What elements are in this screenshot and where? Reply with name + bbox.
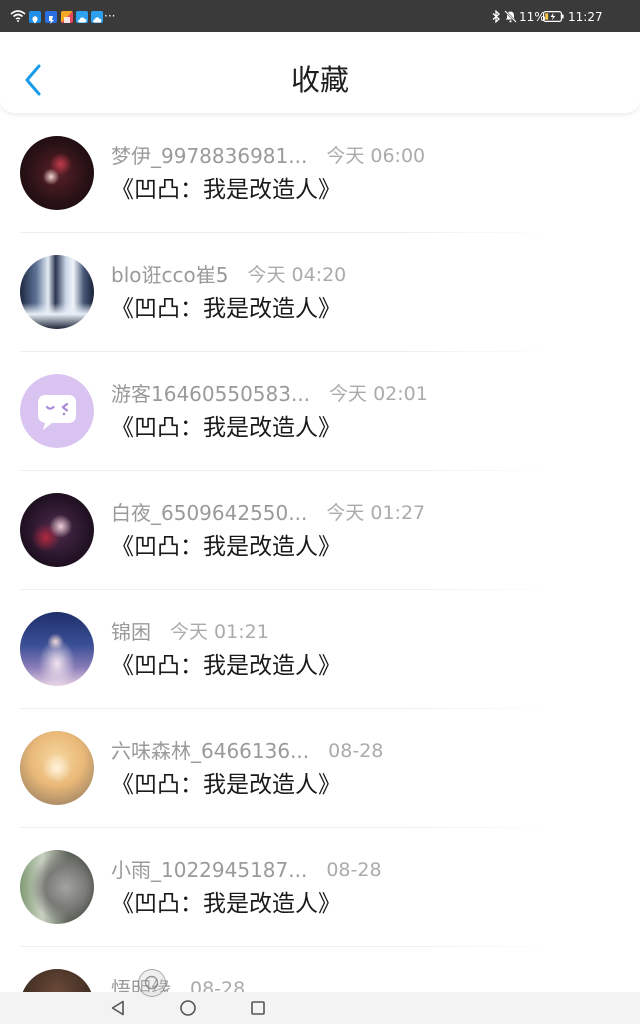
back-triangle-icon — [111, 1000, 124, 1016]
work-title: 《凹凸：我是改造人》 — [111, 415, 341, 441]
item-meta: 游客16460550583... 今天 02:01 — [111, 382, 428, 406]
user-name: 锦困 — [111, 620, 151, 644]
page-title: 收藏 — [290, 63, 349, 97]
work-title: 《凹凸：我是改造人》 — [111, 891, 341, 917]
work-title: 《凹凸：我是改造人》 — [111, 772, 341, 798]
nav-recents-button[interactable] — [249, 999, 267, 1017]
nav-back-button[interactable] — [109, 999, 127, 1017]
item-meta: 悟明缘 08-28 — [111, 977, 245, 992]
list-item[interactable]: 锦困 今天 01:21 《凹凸：我是改造人》 — [0, 590, 640, 709]
floating-assist-button[interactable] — [138, 969, 166, 997]
system-nav-bar — [0, 992, 640, 1024]
battery-charging-icon — [543, 11, 564, 22]
item-meta: 六味森林_6466136... 08-28 — [111, 739, 383, 763]
user-name: 梦伊_9978836981... — [111, 144, 308, 168]
timestamp: 今天 02:01 — [329, 383, 428, 405]
timestamp: 今天 04:20 — [247, 264, 347, 286]
user-name: 六味森林_6466136... — [111, 739, 310, 763]
item-meta: 梦伊_9978836981... 今天 06:00 — [111, 144, 425, 168]
list-item[interactable]: 六味森林_6466136... 08-28 《凹凸：我是改造人》 — [0, 709, 640, 828]
bluetooth-icon — [492, 10, 500, 23]
list-item[interactable]: 梦伊_9978836981... 今天 06:00 《凹凸：我是改造人》 — [0, 114, 640, 233]
assist-circle-icon — [144, 975, 159, 990]
avatar — [20, 612, 94, 686]
home-circle-icon — [180, 1000, 196, 1016]
user-name: 白夜_6509642550... — [111, 501, 308, 525]
recents-square-icon — [251, 1001, 265, 1015]
avatar — [20, 493, 94, 567]
avatar — [20, 850, 94, 924]
list-item[interactable]: 游客16460550583... 今天 02:01 《凹凸：我是改造人》 — [0, 352, 640, 471]
nav-home-button[interactable] — [179, 999, 197, 1017]
list-item[interactable]: blo诳cco崔5 今天 04:20 《凹凸：我是改造人》 — [0, 233, 640, 352]
work-title: 《凹凸：我是改造人》 — [111, 653, 341, 679]
gallery-app-icon — [61, 11, 73, 23]
timestamp: 08-28 — [326, 859, 382, 881]
avatar — [20, 255, 94, 329]
battery-percent: 11% — [519, 10, 546, 24]
item-meta: 小雨_1022945187... 08-28 — [111, 858, 382, 882]
work-title: 《凹凸：我是改造人》 — [111, 534, 341, 560]
timestamp: 今天 06:00 — [326, 145, 426, 167]
timestamp: 08-28 — [190, 978, 246, 992]
cloud-app-icon — [76, 11, 88, 23]
avatar — [20, 136, 94, 210]
favorites-list: 梦伊_9978836981... 今天 06:00 《凹凸：我是改造人》 blo… — [0, 114, 640, 992]
status-overflow-dots: ··· — [104, 9, 116, 23]
work-title: 《凹凸：我是改造人》 — [111, 177, 341, 203]
status-bar: ··· 11% 11:27 — [0, 0, 640, 32]
avatar — [20, 969, 94, 992]
cloud-app-icon — [91, 11, 103, 23]
user-name: 游客16460550583... — [111, 382, 311, 406]
item-meta: 锦困 今天 01:21 — [111, 620, 269, 644]
clock-time: 11:27 — [568, 10, 603, 24]
list-item[interactable]: 悟明缘 08-28 — [0, 947, 640, 992]
user-name: 小雨_1022945187... — [111, 858, 308, 882]
mute-bell-icon — [504, 10, 517, 23]
work-title: 《凹凸：我是改造人》 — [111, 296, 341, 322]
avatar — [20, 374, 94, 448]
list-item[interactable]: 小雨_1022945187... 08-28 《凹凸：我是改造人》 — [0, 828, 640, 947]
timestamp: 今天 01:21 — [170, 621, 269, 643]
item-meta: 白夜_6509642550... 今天 01:27 — [111, 501, 425, 525]
wifi-icon — [10, 10, 26, 22]
avatar — [20, 731, 94, 805]
list-item[interactable]: 白夜_6509642550... 今天 01:27 《凹凸：我是改造人》 — [0, 471, 640, 590]
timestamp: 今天 01:27 — [326, 502, 426, 524]
default-chat-face-icon — [20, 374, 94, 448]
bookmark-app-icon — [45, 11, 57, 24]
header: 收藏 — [0, 32, 640, 113]
map-pin-app-icon — [29, 11, 41, 24]
user-name: blo诳cco崔5 — [111, 263, 229, 287]
timestamp: 08-28 — [328, 740, 384, 762]
item-meta: blo诳cco崔5 今天 04:20 — [111, 263, 346, 287]
